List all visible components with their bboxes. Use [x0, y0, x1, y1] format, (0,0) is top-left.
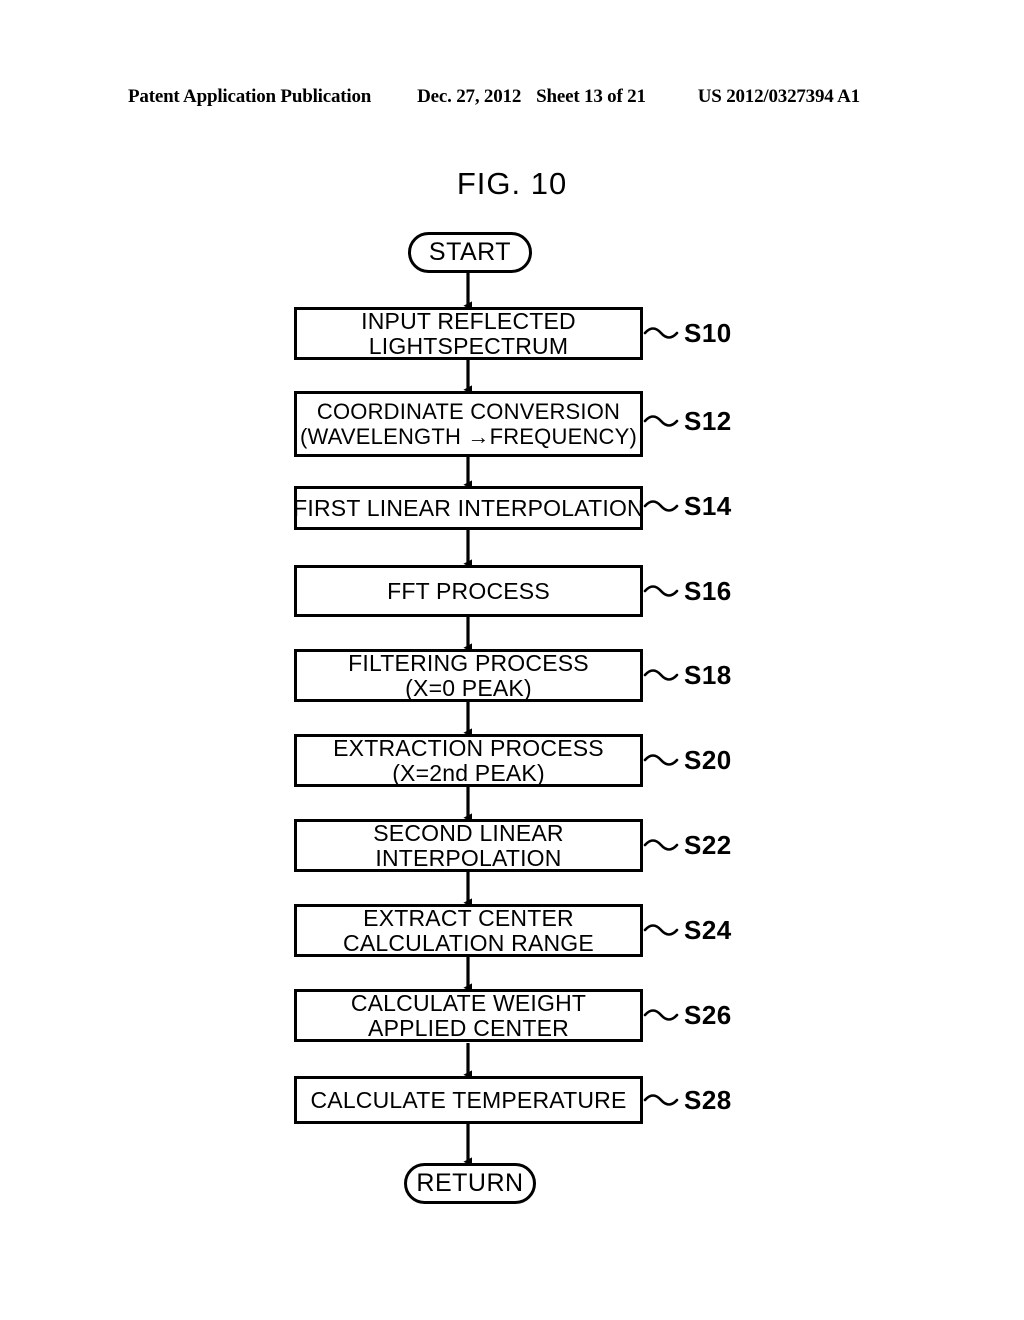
flow-return-label: RETURN: [416, 1169, 524, 1197]
step-label-s16: S16: [684, 576, 732, 606]
flow-step-s14-line1: FIRST LINEAR INTERPOLATION: [293, 494, 644, 521]
flow-start-label: START: [428, 238, 512, 266]
step-label-s22: S22: [684, 830, 732, 860]
flow-step-s26-line2: APPLIED CENTER: [368, 1014, 569, 1041]
step-label-s18: S18: [684, 660, 732, 690]
step-label-s24: S24: [684, 915, 732, 945]
step-label-s14: S14: [684, 491, 732, 521]
step-label-s26: S26: [684, 1000, 732, 1030]
flow-start-node[interactable]: START: [408, 232, 532, 273]
flow-step-s12-line2: (WAVELENGTH →FREQUENCY): [299, 424, 638, 449]
flow-step-s28-line1: CALCULATE TEMPERATURE: [310, 1086, 627, 1113]
step-leader-lines: [643, 327, 679, 1106]
flow-step-s28[interactable]: CALCULATE TEMPERATURE: [294, 1076, 643, 1124]
flow-step-s22[interactable]: SECOND LINEAR INTERPOLATION: [294, 819, 643, 872]
flow-step-s22-line1: SECOND LINEAR: [373, 819, 564, 846]
flow-step-s14[interactable]: FIRST LINEAR INTERPOLATION: [293, 486, 644, 530]
flow-step-s26[interactable]: CALCULATE WEIGHT APPLIED CENTER: [294, 989, 643, 1042]
flow-step-s12[interactable]: COORDINATE CONVERSION (WAVELENGTH →FREQU…: [294, 391, 643, 457]
step-label-s12: S12: [684, 406, 732, 436]
flow-step-s10[interactable]: INPUT REFLECTED LIGHTSPECTRUM: [294, 307, 643, 360]
flow-step-s22-line2: INTERPOLATION: [375, 844, 562, 871]
step-label-s28: S28: [684, 1085, 732, 1115]
flow-step-s24[interactable]: EXTRACT CENTER CALCULATION RANGE: [294, 904, 643, 957]
flow-step-s20-line2: (X=2nd PEAK): [392, 759, 545, 786]
flow-step-s24-line2: CALCULATION RANGE: [343, 929, 594, 956]
flow-step-s16[interactable]: FFT PROCESS: [294, 565, 643, 617]
flow-step-s20[interactable]: EXTRACTION PROCESS (X=2nd PEAK): [294, 734, 643, 787]
flow-step-s18-line1: FILTERING PROCESS: [348, 649, 589, 676]
flow-step-s18[interactable]: FILTERING PROCESS (X=0 PEAK): [294, 649, 643, 702]
step-label-s10: S10: [684, 318, 732, 348]
flow-step-s10-line1: INPUT REFLECTED: [361, 307, 576, 334]
flow-step-s12-line1: COORDINATE CONVERSION: [316, 399, 621, 424]
flow-step-s10-line2: LIGHTSPECTRUM: [368, 332, 569, 359]
flowchart-diagram: START INPUT REFLECTED LIGHTSPECTRUM S10 …: [0, 0, 1024, 1320]
flow-step-s24-line1: EXTRACT CENTER: [363, 904, 574, 931]
flow-step-s26-line1: CALCULATE WEIGHT: [350, 989, 587, 1016]
flow-step-s18-line2: (X=0 PEAK): [405, 674, 532, 701]
step-label-s20: S20: [684, 745, 732, 775]
flow-return-node[interactable]: RETURN: [404, 1163, 536, 1204]
flow-step-s16-line1: FFT PROCESS: [387, 577, 550, 604]
flow-step-s20-line1: EXTRACTION PROCESS: [333, 734, 604, 761]
